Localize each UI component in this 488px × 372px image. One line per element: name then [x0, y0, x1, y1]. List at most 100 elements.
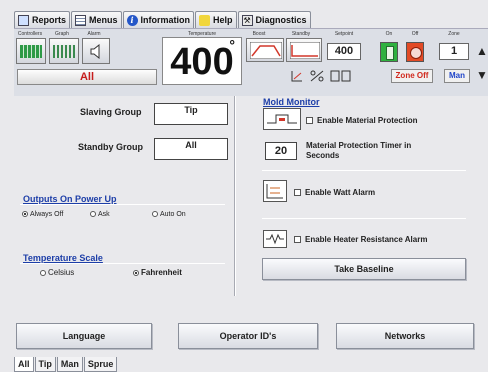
networks-button[interactable]: Networks: [336, 323, 474, 349]
menu-tab-reports[interactable]: Reports: [14, 11, 71, 28]
controllers-button[interactable]: [16, 38, 46, 64]
slaving-group-label: Slaving Group: [80, 107, 142, 117]
menu-tab-menus[interactable]: Menus: [71, 11, 122, 28]
tab-man[interactable]: Man: [56, 357, 83, 372]
radio-label: Celsius: [48, 268, 75, 277]
mold-monitor-divider-1: [262, 170, 466, 171]
controllers-icon: [20, 45, 42, 58]
checkbox-label: Enable Material Protection: [317, 116, 418, 125]
checkbox-box: [294, 189, 301, 196]
zone-link-icon[interactable]: [330, 69, 352, 83]
temp-scale-divider: [20, 263, 225, 264]
graph-label: Graph: [55, 31, 69, 37]
take-baseline-button[interactable]: Take Baseline: [262, 258, 466, 280]
help-icon: [199, 14, 211, 26]
zone-up-arrow-icon[interactable]: ▲: [475, 43, 488, 59]
zone-tabs: All Tip Man Sprue: [14, 357, 118, 372]
radio-label: Fahrenheit: [141, 268, 182, 277]
standby-label: Standby: [291, 31, 311, 37]
temperature-value: 400: [170, 41, 234, 83]
menu-tab-label: Menus: [89, 15, 118, 25]
material-protection-timer-label: Material Protection Timer in Seconds: [306, 141, 412, 160]
setpoint-label: Setpoint: [334, 31, 354, 37]
radio-label: Ask: [98, 211, 110, 218]
material-protection-icon: [263, 108, 301, 130]
menu-tab-help[interactable]: Help: [195, 11, 237, 28]
information-icon: i: [126, 14, 138, 26]
setpoint-field[interactable]: 400: [327, 43, 361, 60]
heater-resistance-icon: [263, 230, 287, 248]
zone-group-selector[interactable]: All: [17, 69, 157, 85]
alarm-button[interactable]: [82, 38, 110, 64]
zone-down-arrow-icon[interactable]: ▼: [475, 67, 488, 83]
language-button[interactable]: Language: [16, 323, 152, 349]
tab-tip[interactable]: Tip: [34, 357, 56, 372]
radio-dot: [133, 270, 139, 276]
boost-label: Boost: [252, 31, 266, 37]
boost-icon: [250, 42, 282, 59]
watt-alarm-icon: [263, 180, 287, 202]
menu-bar: Reports Menus i Information Help ⚒ Diagn…: [14, 11, 312, 28]
menu-tab-information[interactable]: i Information: [122, 11, 195, 28]
manual-mode-button[interactable]: Man: [444, 69, 470, 83]
temperature-unit: °: [229, 37, 235, 53]
standby-button[interactable]: [286, 38, 322, 62]
radio-dot: [152, 211, 158, 217]
radio-fahrenheit[interactable]: Fahrenheit: [133, 268, 182, 277]
on-label: On: [385, 31, 393, 37]
checkbox-box: [306, 117, 313, 124]
percent-icon[interactable]: [309, 69, 325, 83]
temperature-scale-title: Temperature Scale: [23, 253, 103, 263]
slaving-group-field[interactable]: Tip: [154, 103, 228, 125]
menu-tab-diagnostics[interactable]: ⚒ Diagnostics: [237, 11, 311, 28]
enable-material-protection-checkbox[interactable]: Enable Material Protection: [306, 116, 417, 125]
outputs-divider: [20, 204, 225, 205]
zone-off-button[interactable]: Zone Off: [391, 69, 433, 83]
checkbox-label: Enable Watt Alarm: [305, 188, 376, 197]
diagnostics-icon: ⚒: [241, 14, 253, 26]
zone-label: Zone: [448, 31, 460, 37]
menu-tab-label: Help: [213, 15, 233, 25]
checkbox-box: [294, 236, 301, 243]
menu-tab-label: Reports: [32, 15, 67, 25]
standby-icon: [290, 42, 320, 59]
radio-label: Auto On: [160, 211, 186, 218]
radio-always-off[interactable]: Always Off: [22, 211, 63, 218]
standby-group-label: Standby Group: [78, 142, 143, 152]
graph-icon: [53, 45, 75, 58]
menus-icon: [75, 14, 87, 26]
temperature-display: 400 °: [162, 37, 242, 85]
enable-heater-resistance-alarm-checkbox[interactable]: Enable Heater Resistance Alarm: [294, 235, 427, 244]
graph-button[interactable]: [49, 38, 79, 64]
off-label: Off: [411, 31, 419, 37]
mold-monitor-title: Mold Monitor: [263, 97, 320, 107]
radio-dot: [90, 211, 96, 217]
zone-number-field[interactable]: 1: [439, 43, 469, 60]
material-protection-timer-field[interactable]: 20: [265, 142, 297, 160]
on-button[interactable]: [380, 42, 398, 62]
mold-monitor-divider-2: [262, 218, 466, 219]
menu-tab-label: Information: [140, 15, 191, 25]
radio-auto-on[interactable]: Auto On: [152, 211, 186, 218]
alarm-label: Alarm: [87, 31, 101, 37]
ramp-icon[interactable]: [290, 69, 304, 83]
radio-dot: [22, 211, 28, 217]
reports-icon: [18, 14, 29, 26]
enable-watt-alarm-checkbox[interactable]: Enable Watt Alarm: [294, 188, 375, 197]
checkbox-label: Enable Heater Resistance Alarm: [305, 235, 428, 244]
off-button[interactable]: [406, 42, 424, 62]
menu-tab-label: Diagnostics: [255, 15, 307, 25]
controllers-label: Controllers: [17, 31, 43, 37]
radio-celsius[interactable]: Celsius: [40, 268, 74, 277]
radio-dot: [40, 270, 46, 276]
outputs-on-power-up-title: Outputs On Power Up: [23, 194, 117, 204]
radio-ask[interactable]: Ask: [90, 211, 110, 218]
radio-label: Always Off: [30, 211, 64, 218]
tab-all[interactable]: All: [14, 357, 34, 372]
standby-group-field[interactable]: All: [154, 138, 228, 160]
speaker-icon: [90, 44, 100, 59]
tab-sprue[interactable]: Sprue: [83, 357, 118, 372]
vertical-divider: [234, 96, 236, 296]
operator-ids-button[interactable]: Operator ID's: [178, 323, 318, 349]
boost-button[interactable]: [246, 38, 284, 62]
